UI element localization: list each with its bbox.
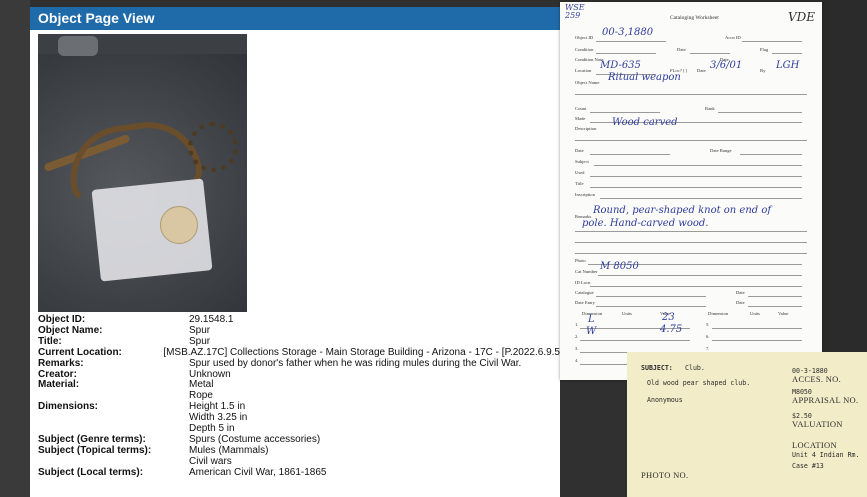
field-label: Current Location: <box>38 346 122 358</box>
field-value: Spur <box>189 324 211 336</box>
flag-label: Flag <box>760 47 769 52</box>
field-label: Material: <box>38 379 80 391</box>
loc-date-label: Date <box>697 68 706 73</box>
dim-row-num-right: 6. <box>706 334 710 339</box>
field-value: Mules (Mammals) <box>189 444 269 456</box>
dim-row-num: 4. <box>575 358 579 363</box>
accn-label: Accn ID <box>725 35 741 40</box>
card-valuation-label: VALUATION <box>792 419 843 429</box>
dim-row-num: 2. <box>575 334 579 339</box>
subject-label: Subject <box>575 159 589 164</box>
dim-row-value: 23 <box>662 312 675 323</box>
count-label: Count <box>575 106 587 111</box>
card-location-value-2: Case #13 <box>792 462 824 470</box>
date-label: Date <box>575 148 584 153</box>
object-page-view: Object Page View Object ID: 29.1548.1 Ob… <box>30 7 560 497</box>
dim-row-dim: L <box>588 314 595 325</box>
card-donor: Anonymous <box>647 396 683 404</box>
object-metadata-table: Object ID: 29.1548.1 Object Name: Spur T… <box>38 314 560 479</box>
date-entry-label: Date Entry <box>575 300 596 305</box>
loc-date-value: 3/6/01 <box>710 60 743 71</box>
cataloging-worksheet-scan: WSE 259 Cataloging Worksheet VDE Object … <box>560 2 822 380</box>
card-location-label: LOCATION <box>792 440 837 450</box>
object-photo <box>38 34 247 312</box>
cat-number-label: Cat Number <box>575 269 598 274</box>
worksheet-title: Cataloging Worksheet <box>670 15 719 21</box>
catalogue-date-label: Date <box>736 290 745 295</box>
dim-row-dim: W <box>586 326 597 337</box>
field-label: Remarks: <box>38 357 84 369</box>
dim-row-num: 1. <box>575 322 579 327</box>
dim-row-num-right: 5. <box>706 322 710 327</box>
page-title: Object Page View <box>30 7 560 30</box>
photo-label: Photo <box>575 258 586 263</box>
card-photo-label: PHOTO NO. <box>641 470 689 480</box>
dim-header-6: Value <box>778 311 789 316</box>
by-value: LGH <box>776 60 800 71</box>
field-row-object-name: Object Name: Spur <box>38 324 560 337</box>
field-label: Dimensions: <box>38 401 99 413</box>
card-location-value-1: Unit 4 Indian Rm. <box>792 451 860 459</box>
dim-header-4: Dimension <box>708 311 729 316</box>
card-subject-label: SUBJECT: <box>641 364 673 372</box>
date-range-label: Date Range <box>710 148 732 153</box>
field-value: Unknown <box>189 368 231 380</box>
id-loc-label: ID Locn <box>575 280 591 285</box>
object-name-value: Ritual weapon <box>608 72 681 83</box>
condition-date-label: Date <box>677 47 686 52</box>
left-margin <box>0 0 30 497</box>
field-row-dimensions: Dimensions: Height 1.5 in Width 3.25 in … <box>38 401 560 435</box>
field-value: 29.1548.1 <box>189 314 234 325</box>
object-name-label: Object Name <box>575 80 600 85</box>
worksheet-corner-note: WSE 259 <box>565 3 585 20</box>
worksheet-initials: VDE <box>788 10 816 24</box>
card-description: Old wood pear shaped club. <box>647 379 751 387</box>
field-row-creator: Creator: Unknown <box>38 368 560 381</box>
inscription-label: Inscription <box>575 192 595 197</box>
field-row-local-terms: Subject (Local terms): American Civil Wa… <box>38 466 560 479</box>
field-row-remarks: Remarks: Spur used by donor's father whe… <box>38 357 560 370</box>
field-value: Spur used by donor's father when he was … <box>189 357 522 369</box>
made-label: Made <box>575 116 586 121</box>
field-value: Width 3.25 in <box>189 412 248 424</box>
field-label: Subject (Topical terms): <box>38 444 152 456</box>
dim-row-num: 3. <box>575 346 579 351</box>
photo-spur-rowel <box>188 122 238 172</box>
condition-label: Condition <box>575 47 594 52</box>
field-row-current-location: Current Location: [MSB.AZ.17C] Collectio… <box>38 346 560 359</box>
rank-label: Rank <box>705 106 715 111</box>
dim-header-5: Units <box>750 311 760 316</box>
remarks-value-1: Round, pear-shaped knot on end of <box>593 205 772 216</box>
location-value: MD-635 <box>600 60 641 71</box>
card-subject-value: Club. <box>685 364 705 372</box>
remarks-value-2: pole. Hand-carved wood. <box>582 218 709 229</box>
field-row-object-id: Object ID: 29.1548.1 <box>38 314 560 326</box>
description-label: Description <box>575 126 597 131</box>
field-row-material: Material: Metal Rope <box>38 380 560 402</box>
field-label: Subject (Local terms): <box>38 466 144 478</box>
field-row-topical-terms: Subject (Topical terms): Mules (Mammals)… <box>38 444 560 468</box>
by-label: By <box>760 68 766 73</box>
used-label: Used <box>575 170 585 175</box>
field-value: Metal <box>189 379 214 391</box>
right-margin <box>822 0 867 352</box>
catalog-card-scan: SUBJECT: Club. Old wood pear shaped club… <box>627 352 867 497</box>
title-label: Title <box>575 181 584 186</box>
object-id-value: 00-3,1880 <box>602 27 654 38</box>
dim-row-value: 4.75 <box>660 324 683 335</box>
field-value: [MSB.AZ.17C] Collections Storage - Main … <box>163 346 560 358</box>
description-value: Wood carved <box>612 117 678 128</box>
card-appraisal-label: APPRAISAL NO. <box>792 395 859 405</box>
dim-header-2: Units <box>622 311 632 316</box>
catalogue-label: Catalogue <box>575 290 594 295</box>
dim-row-num-right: 7. <box>706 346 710 351</box>
card-accession-label: ACCES. NO. <box>792 374 842 384</box>
cat-number-value: M 8050 <box>600 261 639 272</box>
photo-metal-object <box>58 36 98 56</box>
field-value: American Civil War, 1861-1865 <box>189 466 327 478</box>
location-label: Location <box>575 68 592 73</box>
object-id-label: Object ID <box>575 35 594 40</box>
date-entry-date-label: Date <box>736 300 745 305</box>
photo-tag <box>160 206 198 244</box>
